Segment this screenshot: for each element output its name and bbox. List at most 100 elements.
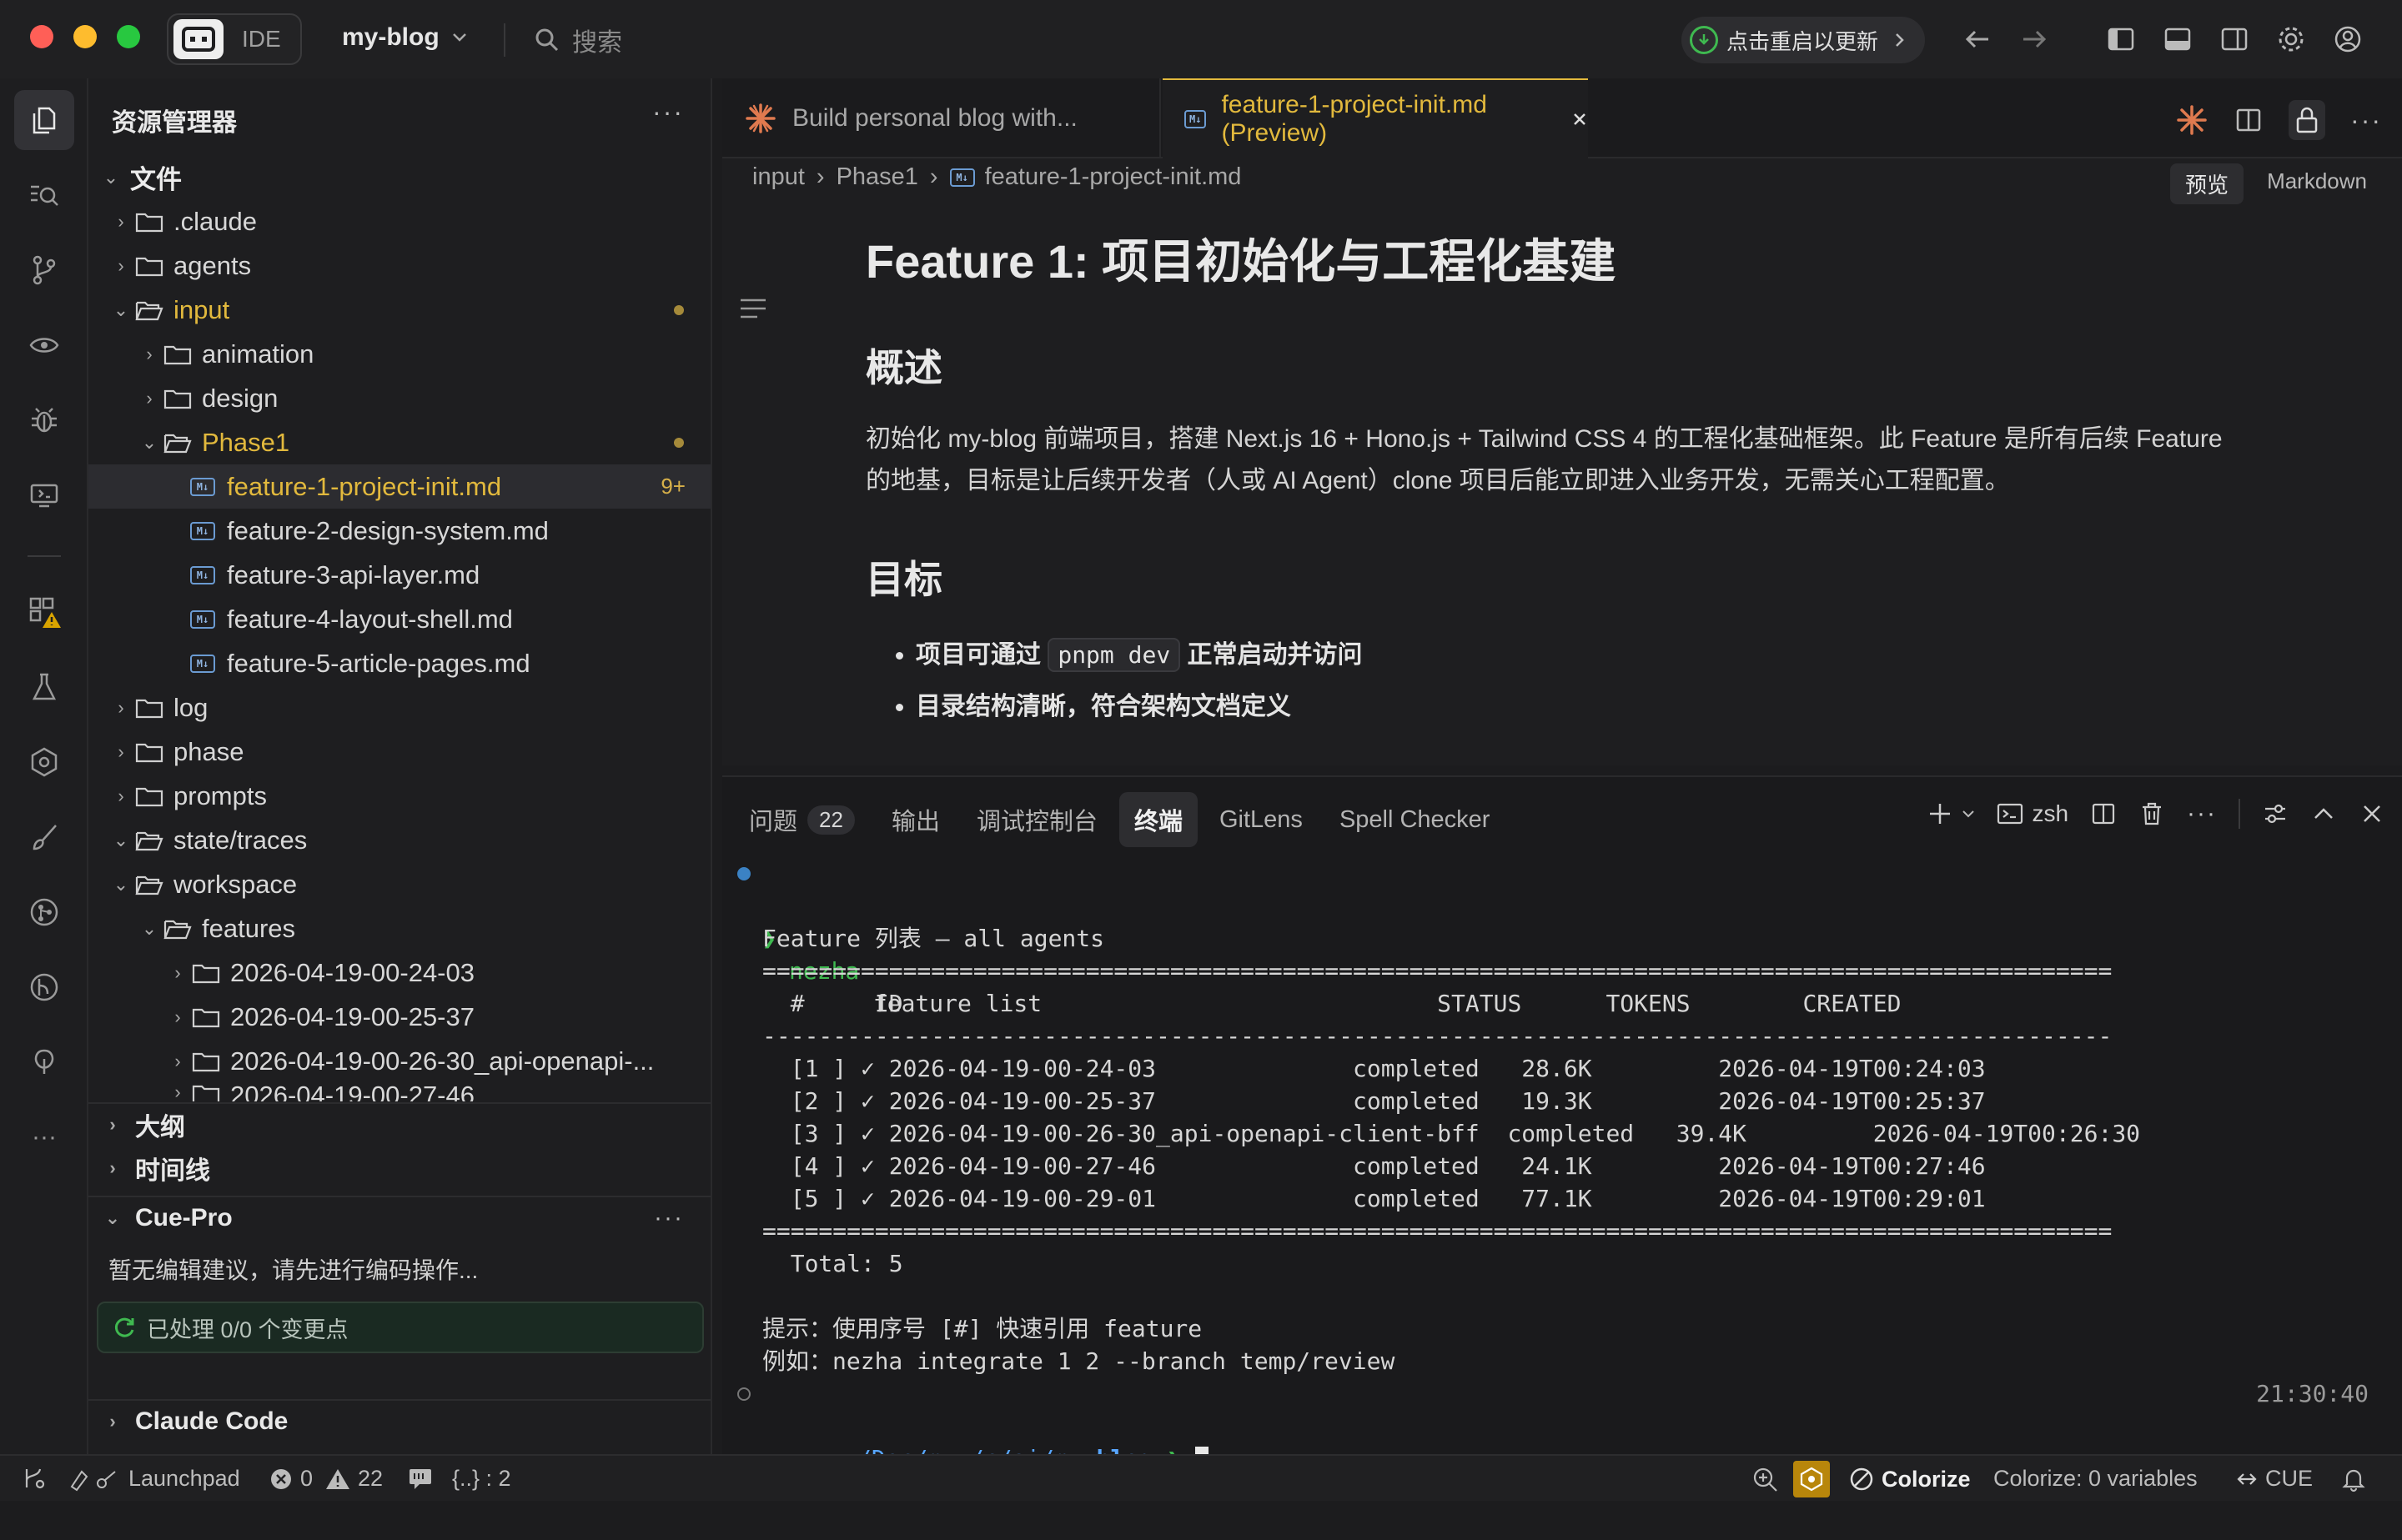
tree-folder-agents[interactable]: › agents [88, 243, 711, 288]
breadcrumb-input[interactable]: input [752, 163, 805, 191]
title-bar: IDE my-blog 搜索 点击重启以更新 [0, 0, 2402, 78]
tab-spell-checker[interactable]: Spell Checker [1324, 796, 1505, 844]
more-actions-icon[interactable]: ··· [2350, 105, 2382, 136]
settings-gear-icon[interactable] [2275, 23, 2307, 55]
tree-folder-animation[interactable]: › animation [88, 332, 711, 376]
tree-file-feature-1[interactable]: M↓ feature-1-project-init.md 9+ [88, 464, 711, 509]
close-panel-icon[interactable] [2359, 800, 2385, 827]
claude-code-section[interactable]: › Claude Code [88, 1399, 711, 1442]
doc-overview-text: 初始化 my-blog 前端项目，搭建 Next.js 16 + Hono.js… [866, 425, 2223, 494]
tree-folder-run-4[interactable]: › 2026-04-19-00-27-46 [88, 1083, 711, 1101]
tree-folder-phase1[interactable]: ⌄ Phase1 [88, 420, 711, 464]
split-terminal-icon[interactable] [2090, 800, 2117, 827]
tree-folder-claude[interactable]: › .claude [88, 199, 711, 243]
tab-build-blog[interactable]: Build personal blog with... [722, 78, 1161, 158]
tree-folder-run-2[interactable]: › 2026-04-19-00-25-37 [88, 995, 711, 1039]
explorer-icon[interactable] [14, 90, 74, 150]
split-editor-icon[interactable] [2234, 105, 2264, 135]
remote-indicator-icon[interactable] [22, 1466, 50, 1491]
toggle-panel-icon[interactable] [2162, 23, 2193, 55]
tree-folder-features[interactable]: ⌄ features [88, 906, 711, 951]
markdown-mode-button[interactable]: Markdown [2252, 163, 2382, 204]
tree-folder-design[interactable]: › design [88, 376, 711, 420]
new-terminal-icon[interactable] [1927, 800, 1953, 827]
update-button[interactable]: 点击重启以更新 [1681, 17, 1925, 63]
tree-file-feature-5[interactable]: M↓ feature-5-article-pages.md [88, 641, 711, 685]
tree-file-feature-2[interactable]: M↓ feature-2-design-system.md [88, 509, 711, 553]
launchpad-item[interactable]: Launchpad [68, 1466, 240, 1492]
notification-bell-icon[interactable] [2340, 1466, 2367, 1492]
tab-feature-1-preview[interactable]: M↓ feature-1-project-init.md (Preview) [1163, 78, 1588, 158]
trash-icon[interactable] [2138, 800, 2165, 827]
close-window-button[interactable] [30, 25, 53, 48]
toggle-sidebar-icon[interactable] [2105, 23, 2137, 55]
maximize-panel-icon[interactable] [2310, 800, 2337, 827]
tree-icon[interactable] [14, 1032, 74, 1092]
terminal-output[interactable]: ❯ nezha feature list Feature 列表 — all ag… [722, 857, 2402, 1473]
breadcrumb-phase1[interactable]: Phase1 [837, 163, 918, 191]
claude-sparkle-icon[interactable] [2175, 103, 2209, 137]
colorize-variables[interactable]: Colorize: 0 variables [1993, 1466, 2198, 1492]
tree-folder-log[interactable]: › log [88, 685, 711, 730]
more-views-icon[interactable]: ··· [14, 1107, 74, 1167]
kubernetes-status-icon[interactable] [1793, 1461, 1830, 1497]
testing-flask-icon[interactable] [14, 657, 74, 717]
zoom-icon[interactable] [1751, 1466, 1780, 1494]
folder-open-icon [135, 831, 163, 850]
minimize-window-button[interactable] [73, 25, 97, 48]
colorize-toggle[interactable]: Colorize [1848, 1466, 1971, 1492]
eye-icon[interactable] [14, 315, 74, 375]
tree-folder-state-traces[interactable]: ⌄ state/traces [88, 818, 711, 862]
comments-icon[interactable] [407, 1466, 434, 1491]
terminal-shell-selector[interactable]: zsh [1997, 800, 2068, 827]
cue-status[interactable]: CUE [2235, 1466, 2313, 1492]
lock-icon[interactable] [2289, 100, 2326, 140]
tree-folder-run-1[interactable]: › 2026-04-19-00-24-03 [88, 951, 711, 995]
forward-arrow-icon[interactable] [2018, 23, 2050, 55]
sidebar-more-button[interactable]: ··· [652, 97, 684, 128]
source-control-icon[interactable] [14, 240, 74, 300]
sliders-icon[interactable] [2262, 800, 2289, 827]
json-status[interactable]: {..} : 2 [452, 1466, 511, 1492]
tab-output[interactable]: 输出 [877, 792, 955, 847]
tree-folder-input[interactable]: ⌄ input [88, 288, 711, 332]
tab-debug-console[interactable]: 调试控制台 [962, 792, 1113, 847]
toggle-secondary-sidebar-icon[interactable] [2219, 23, 2250, 55]
tree-file-feature-4[interactable]: M↓ feature-4-layout-shell.md [88, 597, 711, 641]
tree-folder-phase[interactable]: › phase [88, 730, 711, 774]
close-tab-icon[interactable] [1571, 111, 1588, 128]
search-box[interactable]: 搜索 [534, 22, 622, 58]
account-icon[interactable] [2332, 23, 2364, 55]
tree-folder-prompts[interactable]: › prompts [88, 774, 711, 818]
debug-icon[interactable] [14, 390, 74, 450]
tree-section-files[interactable]: ⌄ 文件 [88, 155, 711, 199]
remote-explorer-icon[interactable] [14, 465, 74, 525]
outline-list-icon[interactable] [739, 297, 767, 320]
cue-pro-section[interactable]: ⌄ Cue-Pro ··· [88, 1196, 711, 1239]
chevron-down-icon[interactable] [1962, 809, 1975, 819]
project-selector[interactable]: my-blog [342, 23, 468, 52]
timeline-section[interactable]: › 时间线 [88, 1146, 711, 1190]
tab-gitlens[interactable]: GitLens [1204, 796, 1318, 844]
tree-folder-run-3[interactable]: › 2026-04-19-00-26-30_api-openapi-... [88, 1039, 711, 1083]
tree-file-feature-3[interactable]: M↓ feature-3-api-layer.md [88, 553, 711, 597]
cue-more-button[interactable]: ··· [654, 1204, 684, 1232]
chevron-right-icon: › [109, 1114, 116, 1135]
gitlens-icon[interactable] [14, 882, 74, 942]
outline-section[interactable]: › 大纲 [88, 1102, 711, 1146]
search-files-icon[interactable] [14, 165, 74, 225]
kubernetes-icon[interactable] [14, 732, 74, 792]
maximize-window-button[interactable] [117, 25, 140, 48]
breadcrumb-file[interactable]: M↓ feature-1-project-init.md [949, 163, 1241, 191]
problems-status[interactable]: 0 22 [269, 1466, 383, 1492]
extensions-warning-icon[interactable] [14, 582, 74, 642]
tree-folder-workspace[interactable]: ⌄ workspace [88, 862, 711, 906]
brush-icon[interactable] [14, 807, 74, 867]
ide-switcher[interactable]: IDE [167, 13, 302, 65]
tab-problems[interactable]: 问题 22 [734, 792, 870, 847]
back-arrow-icon[interactable] [1962, 23, 1993, 55]
tab-terminal[interactable]: 终端 [1118, 792, 1198, 847]
preview-mode-button[interactable]: 预览 [2170, 163, 2244, 204]
git-graph-icon[interactable] [14, 957, 74, 1017]
more-actions-icon[interactable]: ··· [2187, 800, 2217, 828]
